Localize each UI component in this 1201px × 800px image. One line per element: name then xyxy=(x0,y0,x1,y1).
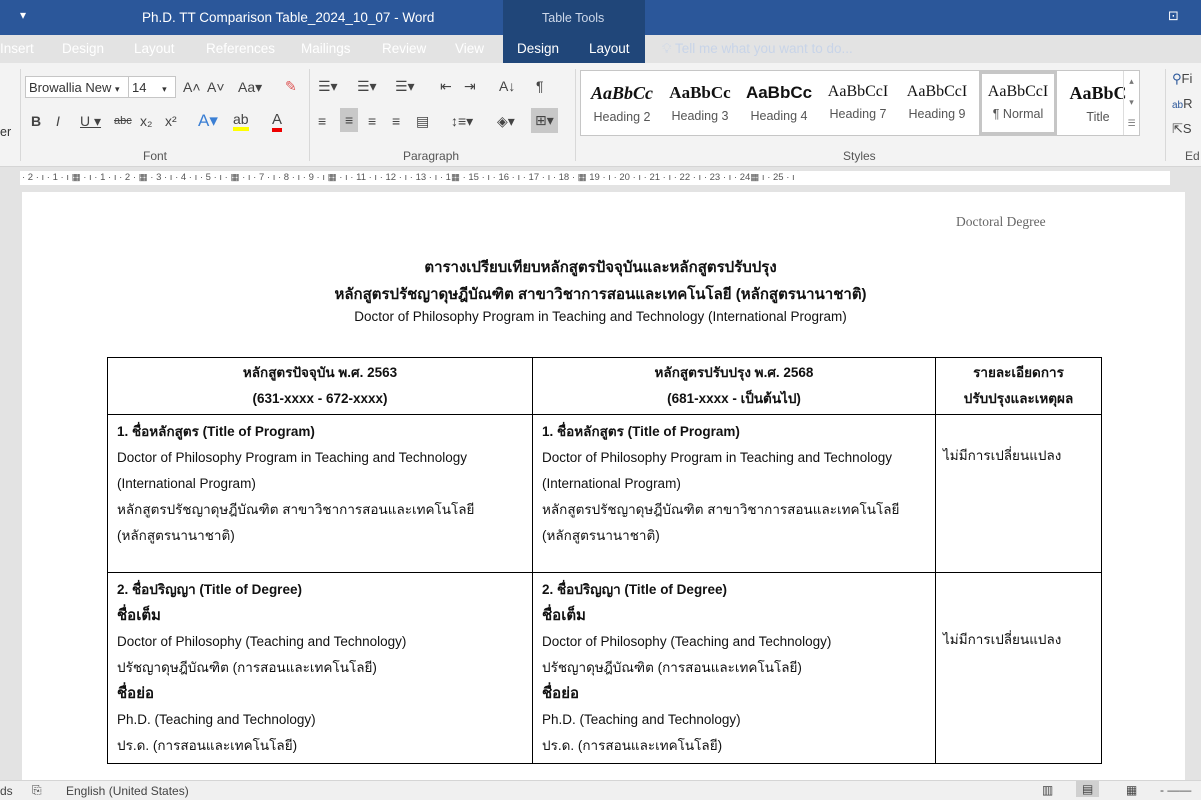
distributed-icon[interactable]: ▤ xyxy=(416,113,429,130)
word-count[interactable]: ds xyxy=(0,784,13,798)
tab-table-layout[interactable]: Layout xyxy=(589,41,630,56)
header-change-details: รายละเอียดการ ปรับปรุงและเหตุผล xyxy=(935,357,1102,415)
increase-indent-icon[interactable]: ⇥ xyxy=(464,78,476,95)
table-tools-label: Table Tools xyxy=(542,11,605,25)
ribbon-tabs: Insert Design Layout References Mailings… xyxy=(0,35,1201,63)
replace-button[interactable]: abR xyxy=(1172,96,1193,111)
clipboard-cut-label: er xyxy=(0,125,12,139)
shading-icon[interactable]: ◈▾ xyxy=(497,113,515,130)
show-marks-icon[interactable]: ¶ xyxy=(536,78,544,94)
quick-access-dropdown[interactable]: ▾ xyxy=(20,8,26,22)
language-status[interactable]: English (United States) xyxy=(66,784,189,798)
proofing-icon[interactable]: ⎘ xyxy=(32,783,42,798)
align-left-icon[interactable]: ≡ xyxy=(318,113,326,129)
decrease-indent-icon[interactable]: ⇤ xyxy=(440,78,452,95)
styles-gallery: AaBbCc Heading 2 AaBbCc Heading 3 AaBbCc He… xyxy=(580,70,1140,136)
table-row: 2. ชื่อปริญญา (Title of Degree) ชื่อเต็ม D… xyxy=(107,572,1102,764)
text-effects-icon[interactable]: A▾ xyxy=(198,111,218,131)
underline-icon[interactable]: U ▾ xyxy=(80,113,101,130)
numbering-icon[interactable]: ☰▾ xyxy=(357,78,377,95)
justify-icon[interactable]: ≡ xyxy=(392,113,400,129)
header-current-program: หลักสูตรปัจจุบัน พ.ศ. 2563 (631-xxxx - 67… xyxy=(107,357,533,415)
print-layout-icon[interactable]: ▤ xyxy=(1076,781,1100,797)
ribbon: er Browallia New ▾ 14 ▾ A˄ A˅ Aa▾ ✎ B I … xyxy=(0,63,1201,167)
align-center-icon[interactable]: ≡ xyxy=(340,108,359,132)
clear-formatting-icon[interactable]: ✎ xyxy=(285,78,297,95)
comparison-table[interactable]: หลักสูตรปัจจุบัน พ.ศ. 2563 (631-xxxx - 67… xyxy=(107,357,1102,764)
window-title: Ph.D. TT Comparison Table_2024_10_07 - W… xyxy=(142,10,435,25)
style-heading-7[interactable]: AaBbCcI Heading 7 xyxy=(819,71,897,135)
style-heading-9[interactable]: AaBbCcI Heading 9 xyxy=(898,71,976,135)
page-header-text: Doctoral Degree xyxy=(956,214,1046,229)
font-size-select[interactable]: 14 ▾ xyxy=(128,76,176,98)
table-header-row: หลักสูตรปัจจุบัน พ.ศ. 2563 (631-xxxx - 67… xyxy=(107,357,1102,415)
borders-icon[interactable]: ⊞▾ xyxy=(531,108,558,133)
line-spacing-icon[interactable]: ↕≡▾ xyxy=(451,113,473,130)
cell-revised-title[interactable]: 1. ชื่อหลักสูตร (Title of Program) Doctor… xyxy=(532,414,936,573)
align-right-icon[interactable]: ≡ xyxy=(368,113,376,129)
style-heading-2[interactable]: AaBbCc Heading 2 xyxy=(583,71,661,135)
tell-me-search[interactable]: 💡︎ Tell me what you want to do... xyxy=(662,41,853,57)
subscript-icon[interactable]: x₂ xyxy=(140,113,152,129)
ribbon-display-icon[interactable]: ⊡ xyxy=(1168,8,1179,24)
shrink-font-icon[interactable]: A˅ xyxy=(207,79,225,95)
style-normal[interactable]: AaBbCcI ¶ Normal xyxy=(979,71,1057,135)
tab-mailings[interactable]: Mailings xyxy=(301,41,351,56)
find-button[interactable]: ⚲Fi xyxy=(1172,71,1192,87)
tab-insert[interactable]: Insert xyxy=(0,41,34,56)
font-name-select[interactable]: Browallia New ▾ xyxy=(25,76,129,98)
lightbulb-icon: 💡︎ xyxy=(662,41,672,56)
style-heading-4[interactable]: AaBbCc Heading 4 xyxy=(740,71,818,135)
horizontal-ruler[interactable]: · 2 · ı · 1 · ı ▦ · ı · 1 · ı · 2 · ▦ · … xyxy=(0,168,1201,188)
cell-degree-note[interactable]: ไม่มีการเปลี่ยนแปลง xyxy=(935,572,1102,764)
tab-review[interactable]: Review xyxy=(382,41,426,56)
paragraph-group-label: Paragraph xyxy=(403,149,460,163)
highlight-icon[interactable]: ab xyxy=(233,111,249,131)
select-button[interactable]: ⇱S xyxy=(1172,121,1192,137)
change-case-icon[interactable]: Aa▾ xyxy=(238,79,262,96)
styles-scroll[interactable]: ▴ ▾ ☰ xyxy=(1123,71,1139,135)
strikethrough-icon[interactable]: abc xyxy=(114,115,132,127)
zoom-slider[interactable]: - —— xyxy=(1160,783,1191,797)
tab-references[interactable]: References xyxy=(206,41,275,56)
editing-group-label: Ed xyxy=(1185,149,1200,163)
sort-icon[interactable]: A↓ xyxy=(499,78,515,94)
cell-current-title[interactable]: 1. ชื่อหลักสูตร (Title of Program) Doctor… xyxy=(107,414,533,573)
cell-title-note[interactable]: ไม่มีการเปลี่ยนแปลง xyxy=(935,414,1102,573)
doc-subtitle-thai: หลักสูตรปรัชญาดุษฎีบัณฑิต สาขาวิชาการสอน… xyxy=(334,286,867,303)
tab-design[interactable]: Design xyxy=(62,41,104,56)
font-color-icon[interactable]: A xyxy=(272,111,283,132)
italic-icon[interactable]: I xyxy=(56,113,60,129)
doc-subtitle-english: Doctor of Philosophy Program in Teaching… xyxy=(354,309,847,324)
status-bar: ds ⎘ English (United States) ▥ ▤ ▦ - —— xyxy=(0,780,1201,800)
grow-font-icon[interactable]: A˄ xyxy=(183,79,201,95)
cell-revised-degree[interactable]: 2. ชื่อปริญญา (Title of Degree) ชื่อเต็ม D… xyxy=(532,572,936,764)
multilevel-list-icon[interactable]: ☰▾ xyxy=(395,78,415,95)
styles-group-label: Styles xyxy=(843,149,876,163)
cell-current-degree[interactable]: 2. ชื่อปริญญา (Title of Degree) ชื่อเต็ม D… xyxy=(107,572,533,764)
style-heading-3[interactable]: AaBbCc Heading 3 xyxy=(661,71,739,135)
bullets-icon[interactable]: ☰▾ xyxy=(318,78,338,95)
tab-layout[interactable]: Layout xyxy=(134,41,175,56)
doc-title-thai: ตารางเปรียบเทียบหลักสูตรปัจจุบันและหลักส… xyxy=(424,259,777,276)
superscript-icon[interactable]: x² xyxy=(165,113,177,129)
bold-icon[interactable]: B xyxy=(31,113,41,129)
table-row: 1. ชื่อหลักสูตร (Title of Program) Doctor… xyxy=(107,414,1102,573)
web-layout-icon[interactable]: ▦ xyxy=(1126,783,1137,797)
tab-table-design[interactable]: Design xyxy=(517,41,559,56)
font-group-label: Font xyxy=(143,149,168,163)
header-revised-program: หลักสูตรปรับปรุง พ.ศ. 2568 (681-xxxx - เป… xyxy=(532,357,936,415)
tab-view[interactable]: View xyxy=(455,41,484,56)
read-mode-icon[interactable]: ▥ xyxy=(1042,783,1053,797)
